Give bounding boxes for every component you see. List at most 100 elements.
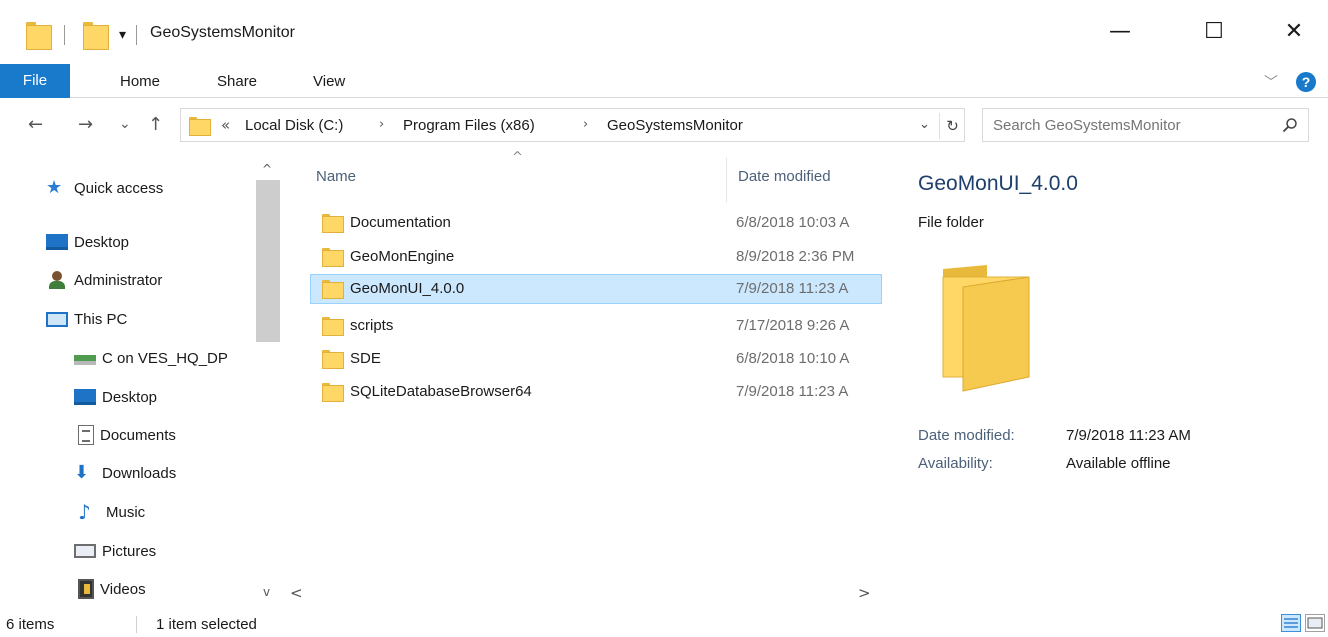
network-drive-icon: [74, 355, 96, 365]
downloads-icon: ⬇: [74, 462, 90, 483]
maximize-button[interactable]: ☐: [1194, 18, 1234, 46]
search-box[interactable]: [982, 108, 1309, 142]
tab-home[interactable]: Home: [120, 73, 160, 90]
properties-folder-icon[interactable]: [83, 22, 109, 50]
scroll-down-arrow-icon[interactable]: v: [263, 585, 270, 599]
customize-quick-access-icon[interactable]: ▾: [119, 27, 126, 43]
date-modified-label: Date modified:: [918, 427, 1015, 444]
up-button[interactable]: ↑: [148, 114, 163, 135]
large-folder-icon: [942, 265, 1030, 392]
column-divider[interactable]: [726, 158, 727, 202]
sidebar-item-desktop[interactable]: Desktop: [46, 229, 129, 255]
navigation-pane: ★ Quick access Desktop Administrator Thi…: [0, 150, 270, 607]
scrollbar-thumb[interactable]: [256, 180, 280, 342]
sidebar-item-pictures[interactable]: Pictures: [74, 538, 156, 564]
breadcrumb-separator[interactable]: ›: [583, 117, 588, 132]
videos-icon: [78, 579, 94, 599]
help-button[interactable]: ?: [1296, 72, 1316, 92]
music-icon: ♪: [78, 500, 91, 524]
list-item[interactable]: Documentation 6/8/2018 10:03 A: [310, 208, 882, 238]
scroll-up-arrow-icon[interactable]: ^: [262, 162, 272, 176]
availability-label: Availability:: [918, 455, 993, 472]
sidebar-item-label: Desktop: [102, 388, 158, 406]
selection-count: 1 item selected: [156, 616, 257, 633]
sidebar-item-downloads[interactable]: ⬇ Downloads: [74, 460, 176, 486]
ribbon-tabs: File Home Share View ﹀ ?: [0, 64, 1328, 98]
sidebar-item-videos[interactable]: Videos: [78, 576, 146, 602]
scroll-right-arrow-icon[interactable]: >: [858, 584, 871, 602]
search-input[interactable]: [983, 109, 1273, 141]
list-item[interactable]: SDE 6/8/2018 10:10 A: [310, 344, 882, 374]
sidebar-item-music[interactable]: ♪ Music: [78, 499, 145, 525]
file-name: Documentation: [350, 214, 451, 231]
column-header-date-modified[interactable]: Date modified: [738, 168, 831, 185]
file-date-modified: 7/9/2018 11:23 A: [736, 383, 849, 400]
folder-icon: [322, 280, 344, 299]
file-date-modified: 6/8/2018 10:03 A: [736, 214, 850, 231]
address-history-dropdown-icon[interactable]: ⌄: [919, 117, 930, 132]
sidebar-item-label: This PC: [74, 310, 128, 328]
user-icon: [46, 270, 68, 290]
horizontal-scrollbar[interactable]: < >: [286, 582, 896, 604]
breadcrumb-separator[interactable]: ›: [379, 117, 384, 132]
close-button[interactable]: ✕: [1274, 18, 1314, 46]
desktop-icon: [46, 234, 68, 250]
sidebar-item-label: Administrator: [74, 271, 163, 289]
sidebar-item-desktop[interactable]: Desktop: [74, 384, 157, 410]
sidebar-item-label: Quick access: [74, 179, 164, 197]
breadcrumb-overflow[interactable]: «: [221, 116, 230, 134]
computer-icon: [46, 311, 68, 327]
recent-locations-icon[interactable]: ⌄: [119, 116, 131, 132]
file-name: scripts: [350, 317, 394, 334]
forward-button[interactable]: →: [78, 114, 93, 135]
details-title: GeoMonUI_4.0.0: [918, 172, 1078, 195]
sidebar-item-documents[interactable]: Documents: [78, 422, 176, 448]
refresh-button[interactable]: ↻: [939, 113, 965, 139]
breadcrumb-local-disk[interactable]: Local Disk (C:): [245, 117, 343, 134]
sidebar-item-label: Music: [106, 503, 146, 521]
window-title: GeoSystemsMonitor: [150, 24, 295, 41]
list-item-selected[interactable]: GeoMonUI_4.0.0 7/9/2018 11:23 A: [310, 274, 882, 304]
tab-share[interactable]: Share: [217, 73, 257, 90]
list-item[interactable]: scripts 7/17/2018 9:26 A: [310, 311, 882, 341]
separator: [136, 25, 138, 45]
sidebar-item-quick-access[interactable]: ★ Quick access: [46, 175, 163, 201]
folder-icon: [322, 248, 344, 267]
details-pane: GeoMonUI_4.0.0 File folder Date modified…: [896, 150, 1328, 607]
sidebar-item-administrator[interactable]: Administrator: [46, 267, 162, 293]
breadcrumb-program-files[interactable]: Program Files (x86): [403, 117, 535, 134]
folder-icon[interactable]: [26, 22, 52, 50]
back-button[interactable]: ←: [28, 114, 43, 135]
address-bar[interactable]: « Local Disk (C:) › Program Files (x86) …: [180, 108, 965, 142]
separator: [136, 616, 137, 633]
item-count: 6 items: [6, 616, 55, 633]
sidebar-item-network-drive[interactable]: C on VES_HQ_DP: [74, 345, 228, 371]
file-name: GeoMonUI_4.0.0: [350, 280, 465, 297]
large-icons-view-icon[interactable]: [1305, 614, 1325, 632]
sidebar-item-label: Desktop: [74, 233, 130, 251]
sidebar-item-this-pc[interactable]: This PC: [46, 306, 127, 332]
file-name: SDE: [350, 350, 381, 367]
folder-icon: [189, 117, 211, 136]
search-icon[interactable]: [1282, 117, 1298, 133]
pictures-icon: [74, 544, 96, 558]
status-bar: 6 items 1 item selected: [0, 610, 1328, 637]
tab-view[interactable]: View: [313, 73, 345, 90]
quick-access-toolbar: ▾: [26, 22, 138, 50]
file-date-modified: 7/17/2018 9:26 A: [736, 317, 850, 334]
tab-file[interactable]: File: [0, 64, 70, 98]
separator: [64, 25, 65, 45]
title-bar: ▾ GeoSystemsMonitor — ☐ ✕: [0, 0, 1328, 68]
list-item[interactable]: SQLiteDatabaseBrowser64 7/9/2018 11:23 A: [310, 377, 882, 407]
column-header-name[interactable]: Name: [316, 168, 356, 185]
details-view-icon[interactable]: [1281, 614, 1301, 632]
scroll-left-arrow-icon[interactable]: <: [290, 584, 303, 602]
list-item[interactable]: GeoMonEngine 8/9/2018 2:36 PM: [310, 242, 882, 272]
expand-ribbon-icon[interactable]: ﹀: [1264, 72, 1278, 92]
minimize-button[interactable]: —: [1100, 18, 1140, 46]
folder-icon: [322, 317, 344, 336]
navigation-bar: ← → ⌄ ↑ « Local Disk (C:) › Program File…: [0, 104, 1328, 146]
breadcrumb-geosystemsmonitor[interactable]: GeoSystemsMonitor: [607, 117, 743, 134]
folder-icon: [322, 383, 344, 402]
file-date-modified: 8/9/2018 2:36 PM: [736, 248, 855, 265]
